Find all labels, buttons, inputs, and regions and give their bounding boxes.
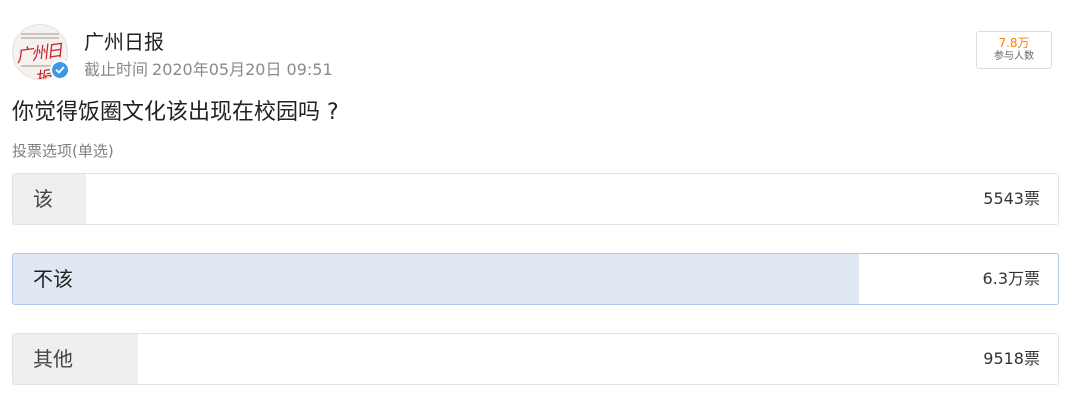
poll-header: 广州日报 广州日报 截止时间 2020年05月20日 09:51 7.8万 参与人… <box>12 22 1068 82</box>
poll-option[interactable]: 其他 9518票 <box>12 333 1059 385</box>
participants-count: 7.8万 <box>998 36 1030 50</box>
option-label: 不该 <box>33 267 73 291</box>
option-label: 该 <box>33 187 53 211</box>
option-result-bar <box>13 334 139 384</box>
option-result-bar <box>13 254 860 304</box>
deadline-label: 截止时间 <box>84 60 149 79</box>
poll-option[interactable]: 该 5543票 <box>12 173 1059 225</box>
avatar-decoration <box>21 33 59 35</box>
vote-type-label: 投票选项(单选) <box>12 142 114 160</box>
verified-badge-icon <box>50 60 70 80</box>
deadline: 截止时间 2020年05月20日 09:51 <box>84 56 337 80</box>
participants-badge: 7.8万 参与人数 <box>976 31 1052 69</box>
account-name[interactable]: 广州日报 <box>84 26 164 55</box>
poll-option[interactable]: 不该 6.3万票 <box>12 253 1059 305</box>
option-label: 其他 <box>33 347 73 371</box>
option-votes: 9518票 <box>983 349 1040 368</box>
deadline-time: 2020年05月20日 09:51 <box>152 60 333 79</box>
poll-question: 你觉得饭圈文化该出现在校园吗 ? <box>12 100 339 125</box>
participants-label: 参与人数 <box>994 51 1034 62</box>
option-votes: 6.3万票 <box>982 269 1040 288</box>
option-votes: 5543票 <box>983 189 1040 208</box>
